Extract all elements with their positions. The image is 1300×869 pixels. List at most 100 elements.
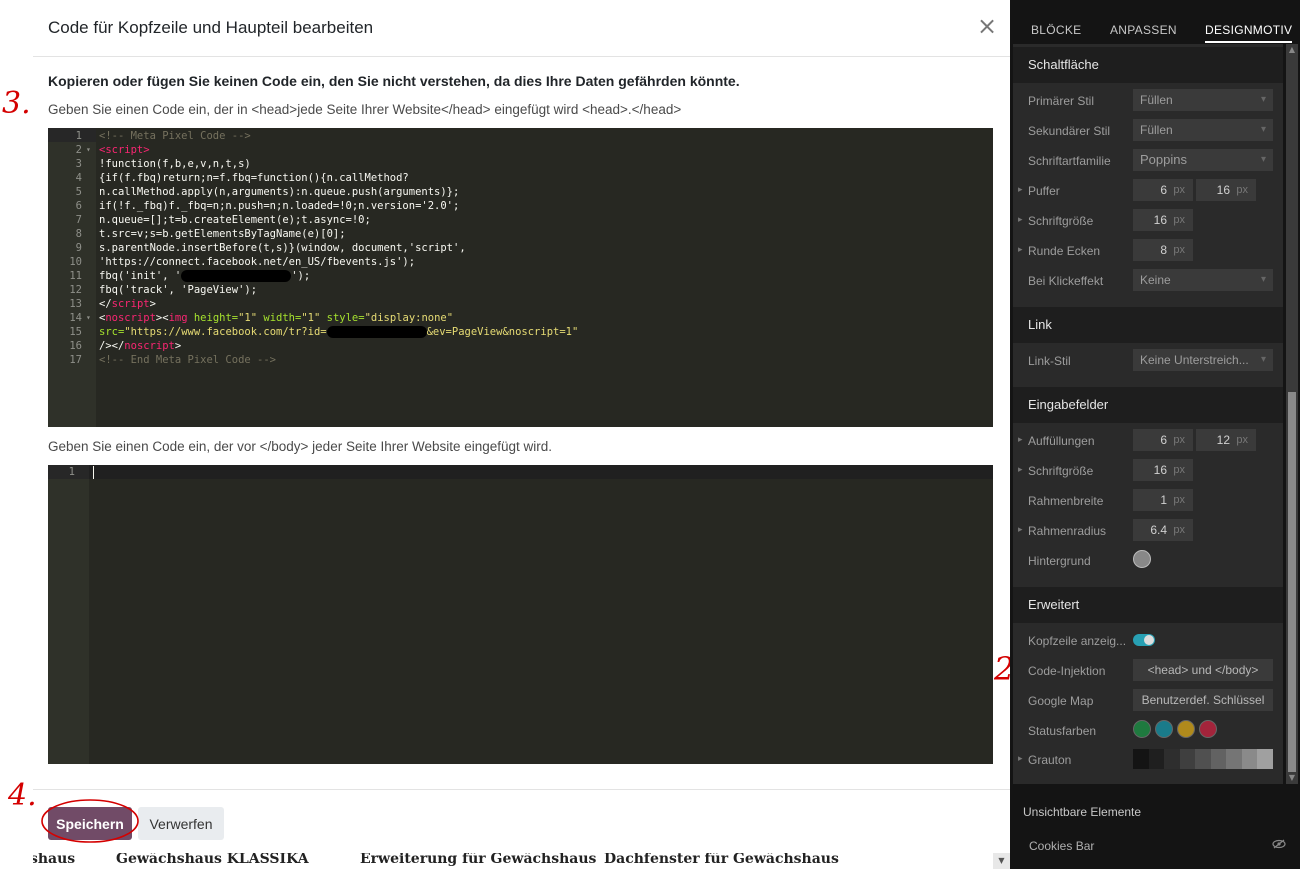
code-fragment: noscript: [105, 312, 156, 324]
grey-swatch[interactable]: [1210, 749, 1226, 769]
discard-button[interactable]: Verwerfen: [138, 807, 224, 840]
cookies-bar-item[interactable]: Cookies Bar: [1029, 839, 1094, 853]
redaction-mark: [181, 270, 292, 282]
annotation-number-3: 3.: [2, 86, 31, 121]
unit: px: [1173, 494, 1185, 506]
body-code-editor[interactable]: 1: [48, 465, 993, 764]
unit: px: [1173, 244, 1185, 256]
line-number: 6: [75, 200, 82, 212]
font-size-label[interactable]: Schriftgröße: [1018, 214, 1093, 228]
padding-y-input[interactable]: 6 px: [1133, 179, 1193, 201]
modal-header: Code für Kopfzeile und Haupteil bearbeit…: [33, 0, 1010, 57]
code-line: n.callMethod.apply(n,arguments):n.queue.…: [99, 186, 460, 198]
tab-blocks[interactable]: BLÖCKE: [1031, 23, 1082, 37]
scroll-thumb[interactable]: [1288, 392, 1296, 772]
radius-input[interactable]: 8 px: [1133, 239, 1193, 261]
code-line: t.src=v;s=b.getElementsByTagName(e)[0];: [99, 228, 346, 240]
code-line: <!-- End Meta Pixel Code -->: [99, 354, 277, 366]
border-radius-label[interactable]: Rahmenradius: [1018, 524, 1106, 538]
font-family-select[interactable]: Poppins: [1133, 149, 1273, 171]
grey-swatch[interactable]: [1164, 749, 1180, 769]
panel-tabs: BLÖCKE ANPASSEN DESIGNMOTIV: [1010, 0, 1300, 44]
status-color-swatch[interactable]: [1177, 720, 1195, 738]
fold-arrow-icon[interactable]: ▾: [86, 311, 91, 325]
editor-gutter: 1: [48, 465, 89, 764]
border-width-input[interactable]: 1 px: [1133, 489, 1193, 511]
grey-swatch[interactable]: [1133, 749, 1149, 769]
theme-options-panel: BLÖCKE ANPASSEN DESIGNMOTIV Schaltfläche…: [1010, 0, 1300, 869]
grey-swatch[interactable]: [1195, 749, 1211, 769]
grey-swatch[interactable]: [1179, 749, 1195, 769]
font-size-input[interactable]: 16 px: [1133, 209, 1193, 231]
code-line: </script>: [99, 297, 156, 311]
line-number: 1: [68, 466, 75, 478]
modal-title: Code für Kopfzeile und Haupteil bearbeit…: [48, 18, 374, 37]
background-product-strip: shaus Gewächshaus KLASSIKA Erweiterung f…: [33, 853, 1010, 869]
code-fragment: "https://www.facebook.com/tr?id=: [124, 326, 327, 338]
grey-swatch[interactable]: [1226, 749, 1242, 769]
save-button[interactable]: Speichern: [48, 807, 132, 840]
code-line: n.queue=[];t=b.createElement(e);t.async=…: [99, 214, 371, 226]
background-color-picker[interactable]: [1133, 550, 1151, 568]
background-product-label: Erweiterung für Gewächshaus: [360, 853, 597, 867]
fold-arrow-icon[interactable]: ▾: [86, 143, 91, 157]
link-style-select[interactable]: Keine Unterstreich...: [1133, 349, 1273, 371]
tab-theme[interactable]: DESIGNMOTIV: [1205, 23, 1293, 43]
head-code-lines[interactable]: 1 <!-- Meta Pixel Code --> 2 ▾ <script> 3 !f…: [48, 129, 993, 367]
input-padding-label[interactable]: Auffüllungen: [1018, 434, 1094, 448]
line-number: 11: [69, 270, 82, 282]
status-color-swatch[interactable]: [1133, 720, 1151, 738]
padding-label[interactable]: Puffer: [1018, 184, 1060, 198]
primary-style-select[interactable]: Füllen: [1133, 89, 1273, 111]
panel-scrollbar[interactable]: ▲ ▼: [1286, 44, 1298, 784]
grey-label[interactable]: Grauton: [1018, 753, 1071, 767]
panel-scroll-area: Schaltfläche Primärer Stil Füllen Sekund…: [1013, 44, 1283, 784]
code-line: <!-- Meta Pixel Code -->: [99, 130, 251, 142]
grey-swatch[interactable]: [1257, 749, 1273, 769]
unit: px: [1173, 214, 1185, 226]
code-fragment: style=: [320, 312, 365, 324]
google-map-key-button[interactable]: Benutzerdef. Schlüssel: [1133, 689, 1273, 711]
code-injection-button[interactable]: <head> und </body>: [1133, 659, 1273, 681]
code-injection-modal: Code für Kopfzeile und Haupteil bearbeit…: [33, 0, 1010, 853]
code-fragment: "display:none": [364, 312, 454, 324]
input-padding-y[interactable]: 6 px: [1133, 429, 1193, 451]
click-effect-select[interactable]: Keine: [1133, 269, 1273, 291]
tab-customize[interactable]: ANPASSEN: [1110, 23, 1177, 37]
input-font-size-label[interactable]: Schriftgröße: [1018, 464, 1093, 478]
code-fragment: /></: [99, 340, 125, 352]
line-number: 14: [69, 312, 82, 324]
border-radius-input[interactable]: 6.4 px: [1133, 519, 1193, 541]
grey-swatch[interactable]: [1148, 749, 1164, 769]
code-line: src="https://www.facebook.com/tr?id= &ev=…: [99, 325, 578, 339]
input-font-size[interactable]: 16 px: [1133, 459, 1193, 481]
show-header-label: Kopfzeile anzeig...: [1028, 634, 1127, 648]
grey-swatch[interactable]: [1241, 749, 1257, 769]
section-link: Link: [1013, 307, 1283, 343]
redaction-mark: [326, 326, 427, 338]
background-scroll-down-arrow[interactable]: ▼: [993, 853, 1010, 869]
close-icon[interactable]: ×: [975, 14, 999, 38]
code-line: !function(f,b,e,v,n,t,s): [99, 158, 251, 170]
scroll-down-arrow[interactable]: ▼: [1286, 772, 1298, 784]
scroll-up-arrow[interactable]: ▲: [1286, 44, 1298, 56]
section-button: Schaltfläche: [1013, 47, 1283, 83]
input-padding-x[interactable]: 12 px: [1196, 429, 1256, 451]
status-color-swatch[interactable]: [1155, 720, 1173, 738]
secondary-style-label: Sekundärer Stil: [1028, 124, 1111, 138]
padding-x-input[interactable]: 16 px: [1196, 179, 1256, 201]
code-line: s.parentNode.insertBefore(t,s)}(window, …: [99, 242, 466, 254]
code-fragment: "1": [238, 312, 258, 324]
font-family-label: Schriftartfamilie: [1028, 154, 1111, 168]
value: 6.4: [1150, 523, 1167, 537]
value: 16: [1153, 463, 1167, 477]
radius-label[interactable]: Runde Ecken: [1018, 244, 1100, 258]
line-number: 16: [69, 340, 82, 352]
secondary-style-select[interactable]: Füllen: [1133, 119, 1273, 141]
show-header-toggle[interactable]: [1133, 634, 1155, 646]
head-code-editor[interactable]: 1 <!-- Meta Pixel Code --> 2 ▾ <script> 3 !f…: [48, 128, 993, 427]
unit: px: [1173, 464, 1185, 476]
value: 6: [1160, 433, 1167, 447]
status-color-swatch[interactable]: [1199, 720, 1217, 738]
eye-hidden-icon[interactable]: [1272, 839, 1286, 849]
